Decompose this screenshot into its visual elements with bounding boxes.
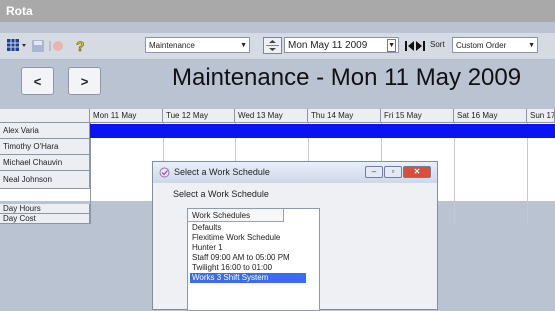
maximize-icon: ▫ [391, 167, 395, 176]
list-item[interactable]: Twilight 16:00 to 01:00 [190, 263, 306, 273]
minimize-icon: – [371, 167, 377, 176]
save-icon [32, 39, 44, 52]
help-button[interactable]: ? [74, 37, 88, 54]
employee-name[interactable]: Alex Varia [0, 123, 90, 139]
grid-icon [7, 39, 26, 51]
grid-line [527, 123, 528, 224]
day-header[interactable]: Thu 14 May [308, 109, 381, 123]
chevron-down-icon: ▼ [387, 39, 396, 52]
day-hours-label: Day Hours [0, 204, 90, 214]
date-stepper[interactable] [263, 37, 283, 54]
window-title: Rota [0, 0, 555, 22]
today-button[interactable] [405, 37, 425, 54]
grid-empty-area [0, 224, 90, 310]
chevron-down-icon: ▼ [240, 42, 247, 49]
list-item[interactable]: Staff 09:00 AM to 05:00 PM [190, 253, 306, 263]
employee-name[interactable]: Timothy O'Hara [0, 139, 90, 155]
app-icon [159, 167, 170, 178]
chevron-down-icon: ▼ [528, 42, 535, 49]
day-header[interactable]: Sat 16 May [454, 109, 527, 123]
dialog-prompt: Select a Work Schedule [173, 189, 269, 199]
list-item-selected[interactable]: Works 3 Shift System [190, 273, 306, 283]
department-value: Maintenance [149, 41, 195, 50]
day-cost-label: Day Cost [0, 214, 90, 224]
stepper-icon [263, 37, 282, 54]
day-header[interactable]: Tue 12 May [163, 109, 235, 123]
sort-label: Sort [430, 40, 445, 49]
save-button[interactable] [31, 37, 45, 54]
employee-name[interactable]: Neal Johnson [0, 171, 90, 189]
grid-line [90, 123, 91, 224]
svg-text:?: ? [76, 38, 85, 54]
minimize-button[interactable]: – [365, 166, 383, 178]
record-button[interactable] [48, 37, 70, 54]
jump-to-date-icon [405, 40, 425, 51]
previous-day-button[interactable]: < [21, 67, 54, 95]
corner-cell [0, 109, 90, 123]
dialog-title: Select a Work Schedule [174, 167, 270, 177]
grid-view-button[interactable] [6, 37, 28, 54]
next-day-button[interactable]: > [68, 67, 101, 95]
page-title: Maintenance - Mon 11 May 2009 [172, 64, 522, 91]
date-picker[interactable]: Mon May 11 2009 ▼ [284, 37, 399, 53]
close-icon: ✕ [413, 167, 421, 176]
select-work-schedule-dialog: Select a Work Schedule – ▫ ✕ Select a Wo… [152, 161, 438, 311]
work-schedule-list[interactable]: Work Schedules Defaults Flexitime Work S… [187, 208, 320, 311]
date-value: Mon May 11 2009 [288, 40, 368, 51]
day-header[interactable]: Fri 15 May [381, 109, 454, 123]
close-button[interactable]: ✕ [403, 166, 431, 178]
department-select[interactable]: Maintenance ▼ [145, 37, 250, 53]
grid-line [454, 123, 455, 224]
list-item[interactable]: Flexitime Work Schedule [190, 233, 306, 243]
help-icon: ? [76, 38, 85, 54]
list-item[interactable]: Defaults [190, 223, 306, 233]
sort-select[interactable]: Custom Order ▼ [452, 37, 538, 53]
toolbar: ? Maintenance ▼ Mon May 11 2009 ▼ Sort C… [0, 33, 555, 60]
sort-value: Custom Order [456, 41, 507, 50]
day-header[interactable]: Mon 11 May [90, 109, 163, 123]
list-item[interactable]: Hunter 1 [190, 243, 306, 253]
day-header[interactable]: Sun 17 [527, 109, 555, 123]
employee-name[interactable]: Michael Chauvin [0, 155, 90, 171]
day-header[interactable]: Wed 13 May [235, 109, 308, 123]
selected-row-highlight[interactable] [90, 124, 555, 138]
dialog-titlebar[interactable]: Select a Work Schedule – ▫ ✕ [153, 162, 437, 183]
maximize-button[interactable]: ▫ [384, 166, 402, 178]
record-icon [49, 40, 63, 51]
list-column-header[interactable]: Work Schedules [188, 209, 284, 222]
